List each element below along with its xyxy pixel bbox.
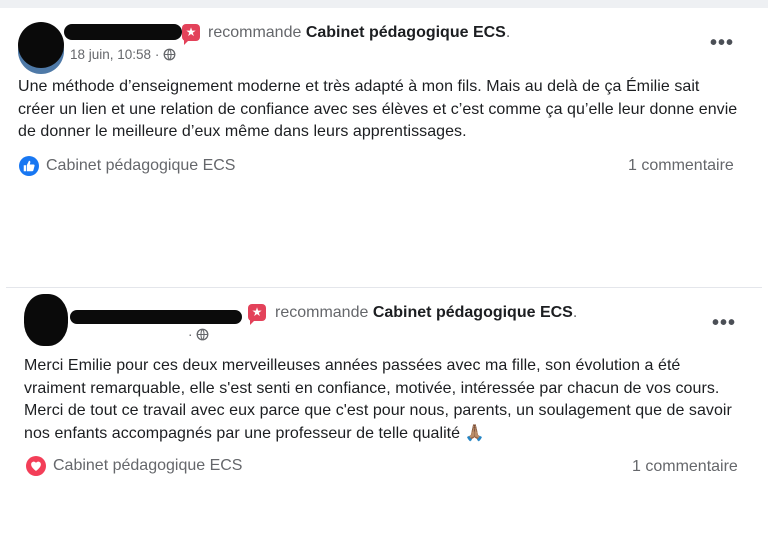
reaction-summary[interactable]: Cabinet pédagogique ECS bbox=[19, 156, 235, 176]
redacted-author-name bbox=[70, 310, 242, 324]
like-icon bbox=[19, 156, 39, 176]
recommend-line: recommande Cabinet pédagogique ECS. bbox=[208, 24, 510, 42]
reaction-label: Cabinet pédagogique ECS bbox=[53, 457, 243, 474]
recommend-line: recommande Cabinet pédagogique ECS. bbox=[275, 304, 577, 322]
globe-icon bbox=[196, 328, 209, 341]
review-text: Merci Emilie pour ces deux merveilleuses… bbox=[24, 357, 732, 442]
page-name-link[interactable]: Cabinet pédagogique ECS bbox=[306, 24, 506, 41]
avatar[interactable] bbox=[24, 294, 68, 346]
review-post-1: ★ recommande Cabinet pédagogique ECS. 18… bbox=[0, 8, 768, 263]
review-post-2: ★ recommande Cabinet pédagogique ECS. · … bbox=[0, 288, 768, 539]
comments-count-link[interactable]: 1 commentaire bbox=[628, 157, 734, 175]
heart-icon bbox=[26, 456, 46, 476]
post-meta: · bbox=[188, 327, 209, 342]
post-date[interactable]: 18 juin, 10:58 · bbox=[70, 47, 159, 62]
avatar[interactable] bbox=[18, 22, 64, 68]
review-text: Une méthode d’enseignement moderne et tr… bbox=[18, 78, 738, 140]
globe-icon bbox=[163, 48, 176, 61]
post-date[interactable]: · bbox=[188, 327, 193, 342]
more-options-button[interactable]: ••• bbox=[712, 312, 736, 335]
suffix: . bbox=[572, 304, 578, 321]
more-options-button[interactable]: ••• bbox=[710, 32, 734, 55]
page-name-link[interactable]: Cabinet pédagogique ECS bbox=[373, 304, 573, 321]
recommend-badge-icon: ★ bbox=[182, 24, 200, 45]
comments-count-link[interactable]: 1 commentaire bbox=[632, 458, 738, 476]
reaction-summary[interactable]: Cabinet pédagogique ECS bbox=[26, 456, 242, 476]
post-meta: 18 juin, 10:58 · bbox=[70, 47, 176, 62]
recommend-badge-icon: ★ bbox=[248, 304, 266, 325]
suffix: . bbox=[505, 24, 511, 41]
redacted-author-name bbox=[64, 24, 182, 40]
reaction-label: Cabinet pédagogique ECS bbox=[46, 157, 236, 174]
recommends-label: recommande bbox=[275, 304, 369, 321]
recommends-label: recommande bbox=[208, 24, 302, 41]
post-separator bbox=[0, 263, 768, 287]
